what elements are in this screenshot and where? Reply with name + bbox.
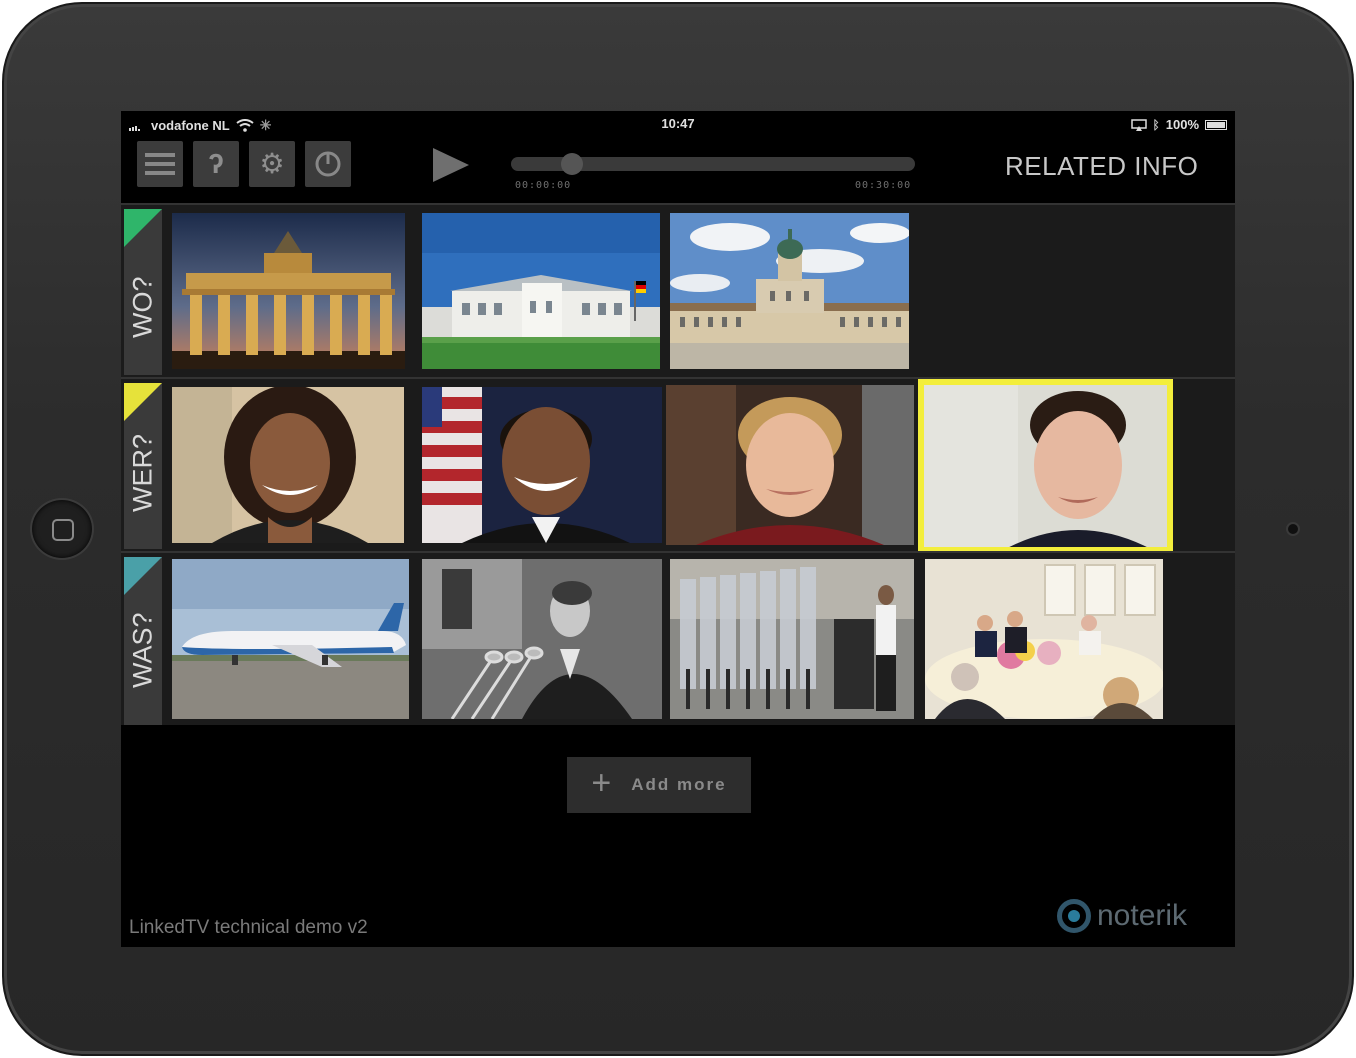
play-button[interactable]	[433, 148, 469, 182]
row-accent	[124, 557, 162, 595]
airplay-icon	[1130, 118, 1147, 131]
obama-speech-image[interactable]	[670, 559, 914, 719]
power-button[interactable]	[305, 141, 351, 187]
brandenburg-gate-image[interactable]	[172, 213, 405, 369]
charlottenburg-palace-image[interactable]	[670, 213, 909, 369]
settings-button[interactable]: ⚙	[249, 141, 295, 187]
row-was: WAS?	[121, 551, 1235, 725]
gear-icon: ⚙	[259, 148, 285, 179]
add-more-label: Add more	[631, 775, 727, 794]
power-icon	[315, 151, 341, 177]
air-force-one-image[interactable]	[172, 559, 409, 719]
row-wo: WO?	[121, 203, 1235, 377]
barack-obama-image[interactable]	[422, 387, 662, 543]
noterik-logo: noterik	[1057, 899, 1187, 933]
state-dinner-image[interactable]	[925, 559, 1163, 719]
angela-merkel-image[interactable]	[666, 385, 914, 545]
camera-lens	[1286, 522, 1300, 536]
add-more-button[interactable]: + Add more	[567, 757, 751, 813]
row-accent	[124, 209, 162, 247]
help-icon: ʔ	[208, 148, 224, 179]
row-accent	[124, 383, 162, 421]
home-button[interactable]	[30, 498, 94, 560]
category-label-was: WAS?	[124, 557, 162, 725]
category-label-wer: WER?	[124, 383, 162, 549]
category-label-wo: WO?	[124, 209, 162, 375]
noterik-logo-icon	[1057, 899, 1091, 933]
battery-label: 100%	[1165, 117, 1199, 132]
menu-icon	[145, 153, 175, 175]
menu-button[interactable]	[137, 141, 183, 187]
footer-caption: LinkedTV technical demo v2	[129, 917, 368, 938]
bellevue-palace-image[interactable]	[422, 213, 660, 369]
time-elapsed: 00:00:00	[515, 180, 572, 191]
man-portrait-image[interactable]	[918, 379, 1173, 553]
help-button[interactable]: ʔ	[193, 141, 239, 187]
noterik-logo-text: noterik	[1097, 899, 1188, 932]
app-screen: vodafone NL ✳ 10:47 ᛒ 100% ʔ ⚙ 00:00:00 …	[121, 111, 1235, 947]
row-wer: WER?	[121, 377, 1235, 553]
bluetooth-icon: ᛒ	[1152, 117, 1160, 132]
clock: 10:47	[661, 116, 695, 131]
progress-handle[interactable]	[560, 153, 583, 175]
plus-icon: +	[591, 764, 612, 802]
time-total: 00:30:00	[855, 180, 912, 191]
battery-icon	[1205, 119, 1227, 130]
status-bar: vodafone NL ✳ 10:47 ᛒ 100%	[121, 111, 1235, 137]
michelle-obama-image[interactable]	[172, 387, 404, 543]
kennedy-speech-image[interactable]	[422, 559, 662, 719]
page-title: RELATED INFO	[1005, 151, 1199, 181]
